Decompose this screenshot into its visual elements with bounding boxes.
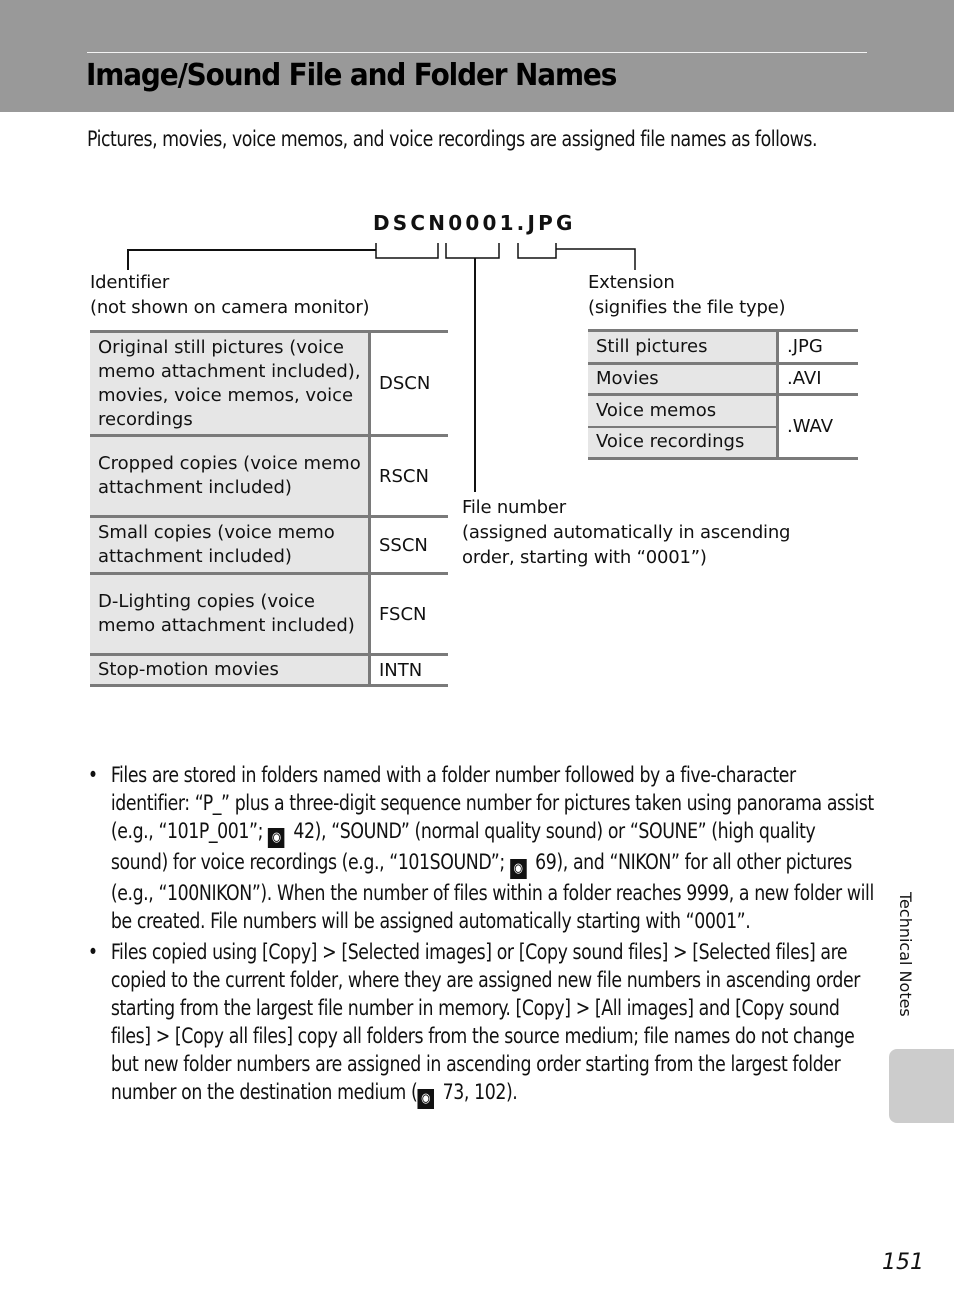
bullet-icon: • <box>87 940 98 964</box>
file-number-label: File number (assigned automatically in a… <box>462 495 790 570</box>
identifier-code: INTN <box>369 653 448 687</box>
list-item: • Files are stored in folders named with … <box>87 761 876 935</box>
extension-description: Still pictures <box>588 329 779 365</box>
table-row: Voice memos .WAV <box>588 393 858 460</box>
table-row: Cropped copies (voice memo attachment in… <box>90 434 448 518</box>
section-side-label: Technical Notes <box>896 892 915 1017</box>
extension-table: Still pictures .JPG Movies .AVI Voice me… <box>588 329 858 460</box>
page-reference-icon: ◉ <box>268 828 285 848</box>
identifier-description: Original still pictures (voice memo atta… <box>90 330 371 437</box>
file-number-subtitle-2: order, starting with “0001”) <box>462 547 707 568</box>
notes-list: • Files are stored in folders named with … <box>87 761 876 1112</box>
table-row: Stop-motion movies INTN <box>90 653 448 687</box>
table-row: Small copies (voice memo attachment incl… <box>90 515 448 575</box>
section-thumb-tab <box>889 1049 954 1123</box>
bullet-icon: • <box>87 763 98 787</box>
page-reference-icon: ◉ <box>417 1089 434 1109</box>
identifier-subtitle: (not shown on camera monitor) <box>90 297 370 318</box>
extension-leader <box>556 248 636 270</box>
identifier-table: Original still pictures (voice memo atta… <box>90 330 448 687</box>
identifier-code: SSCN <box>369 515 448 575</box>
extension-label: Extension (signifies the file type) <box>588 270 786 320</box>
identifier-description: Stop-motion movies <box>90 653 371 687</box>
extension-value: .WAV <box>777 393 858 460</box>
page-number: 151 <box>882 1250 924 1275</box>
list-item-text: 73, 102). <box>437 1080 518 1104</box>
identifier-code: DSCN <box>369 330 448 437</box>
file-number-bracket <box>445 243 500 259</box>
identifier-code: FSCN <box>369 572 448 656</box>
identifier-title: Identifier <box>90 272 170 293</box>
extension-subtitle: (signifies the file type) <box>588 297 786 318</box>
extension-value: .AVI <box>777 362 858 396</box>
table-row: Original still pictures (voice memo atta… <box>90 330 448 437</box>
table-row: Movies .AVI <box>588 362 858 396</box>
extension-description: Voice memos <box>588 393 779 428</box>
extension-bracket <box>517 243 557 259</box>
identifier-bracket <box>375 243 439 259</box>
identifier-label: Identifier (not shown on camera monitor) <box>90 270 370 320</box>
identifier-description: Cropped copies (voice memo attachment in… <box>90 434 371 518</box>
extension-description: Movies <box>588 362 779 396</box>
list-item: • Files copied using [Copy] > [Selected i… <box>87 938 876 1109</box>
file-number-subtitle-1: (assigned automatically in ascending <box>462 522 791 543</box>
identifier-leader <box>127 249 376 270</box>
identifier-description: Small copies (voice memo attachment incl… <box>90 515 371 575</box>
identifier-description: D-Lighting copies (voice memo attachment… <box>90 572 371 656</box>
extension-description: Voice recordings <box>588 426 779 460</box>
extension-title: Extension <box>588 272 675 293</box>
page-reference-icon: ◉ <box>509 859 527 879</box>
identifier-code: RSCN <box>369 434 448 518</box>
file-number-title: File number <box>462 497 566 518</box>
extension-value: .JPG <box>777 329 858 365</box>
table-row: D-Lighting copies (voice memo attachment… <box>90 572 448 656</box>
table-row: Still pictures .JPG <box>588 329 858 365</box>
